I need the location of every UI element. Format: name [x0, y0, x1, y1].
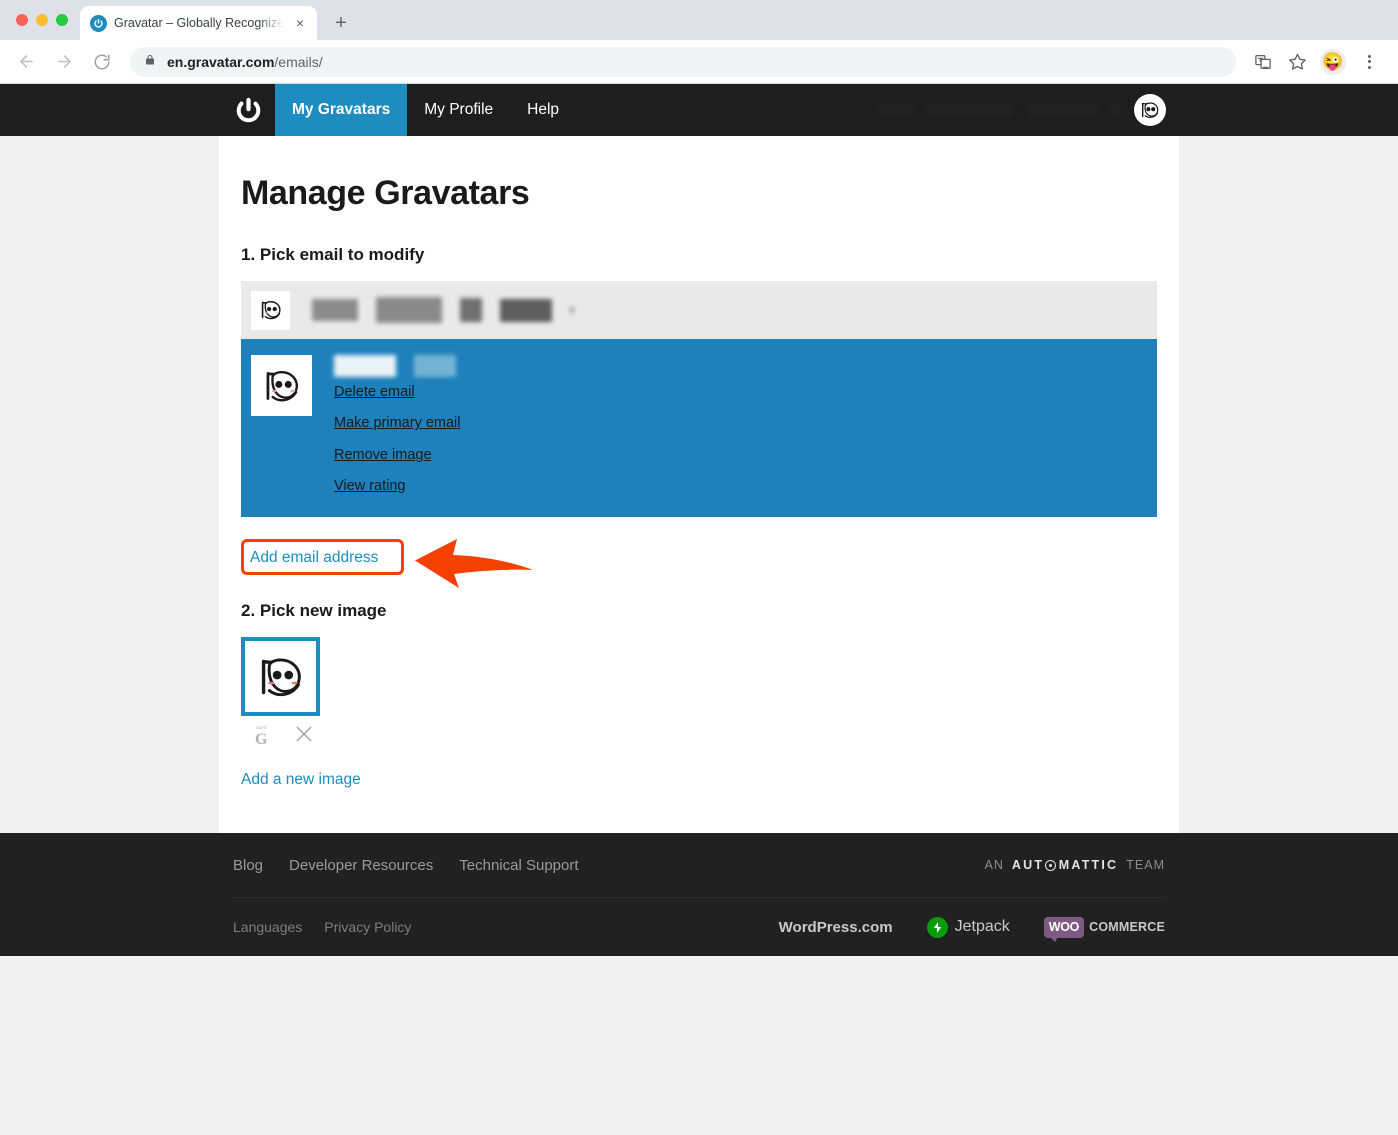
redacted-account-text: [926, 104, 1014, 116]
site-nav: My Gravatars My Profile Help: [275, 84, 576, 136]
bookmark-star-icon[interactable]: [1282, 47, 1312, 77]
page-body: Manage Gravatars 1. Pick email to modify: [0, 136, 1398, 833]
automattic-brand-right: MATTIC: [1058, 858, 1119, 872]
redacted-account-text: [1028, 104, 1096, 116]
nav-item-my-gravatars[interactable]: My Gravatars: [275, 84, 408, 136]
redacted-account-text: [1110, 104, 1120, 116]
reload-button[interactable]: [84, 44, 120, 80]
close-window-button[interactable]: [16, 14, 28, 26]
page-title: Manage Gravatars: [241, 174, 530, 212]
footer-link-developer-resources[interactable]: Developer Resources: [289, 857, 433, 874]
minimize-window-button[interactable]: [36, 14, 48, 26]
step-1-heading: 1. Pick email to modify: [241, 245, 425, 264]
nav-item-help[interactable]: Help: [510, 84, 576, 136]
jetpack-label: Jetpack: [954, 918, 1010, 935]
redaction-block: [312, 299, 358, 321]
make-primary-email-link[interactable]: Make primary email: [334, 415, 461, 432]
footer-link-technical-support[interactable]: Technical Support: [459, 857, 578, 874]
forward-button[interactable]: [46, 44, 82, 80]
redacted-email-address: [290, 297, 574, 323]
window-traffic-lights: [10, 0, 80, 40]
automattic-logo-icon: [1045, 859, 1057, 871]
red-pointer-arrow: [415, 539, 533, 588]
redaction-block: [334, 355, 396, 377]
automattic-brand-left: AUT: [1011, 858, 1045, 872]
redaction-block: [376, 297, 442, 323]
email-avatar-thumbnail: [251, 355, 312, 416]
toolbar-actions: 😜: [1248, 47, 1384, 77]
view-rating-link[interactable]: View rating: [334, 478, 461, 495]
redaction-block: [500, 298, 552, 322]
user-avatar[interactable]: [1134, 94, 1166, 126]
footer-secondary-links: Languages Privacy Policy: [233, 919, 411, 935]
redaction-block: [414, 355, 456, 377]
jetpack-icon: [926, 916, 948, 938]
footer-brand-logos: WordPress.com Jetpack WOO COMMERCE: [779, 916, 1165, 942]
browser-chrome: Gravatar – Globally Recognized Avatars ×…: [0, 0, 1398, 84]
email-row[interactable]: [241, 281, 1157, 339]
selected-gravatar-image[interactable]: [241, 637, 320, 716]
remove-image-link[interactable]: Remove image: [334, 447, 461, 464]
address-bar-url: en.gravatar.com/emails/: [167, 54, 323, 70]
rating-badge-top: rated: [255, 725, 267, 731]
step-2-heading: 2. Pick new image: [241, 601, 387, 620]
tab-strip: Gravatar – Globally Recognized Avatars ×…: [0, 0, 1398, 40]
redacted-account-text: [878, 104, 912, 116]
add-email-area: Add email address: [241, 535, 1157, 595]
address-bar[interactable]: en.gravatar.com/emails/: [130, 46, 1236, 77]
url-host: en.gravatar.com: [167, 53, 275, 70]
nav-item-my-profile[interactable]: My Profile: [407, 84, 510, 136]
automattic-credit: AN AUT MATTIC TEAM: [985, 858, 1165, 872]
gravatar-logo[interactable]: [221, 84, 275, 136]
add-new-image-link[interactable]: Add a new image: [241, 771, 361, 789]
new-tab-button[interactable]: +: [327, 9, 355, 37]
automattic-prefix: AN: [984, 858, 1004, 872]
rating-badge-letter: G: [255, 730, 268, 748]
tab-close-icon[interactable]: ×: [291, 14, 309, 32]
jetpack-logo[interactable]: Jetpack: [926, 916, 1010, 938]
browser-profile-avatar[interactable]: 😜: [1320, 48, 1346, 75]
footer-primary-links: Blog Developer Resources Technical Suppo…: [233, 857, 579, 874]
footer-link-blog[interactable]: Blog: [233, 857, 263, 874]
content-card: Manage Gravatars 1. Pick email to modify: [219, 136, 1179, 833]
footer-top-row: Blog Developer Resources Technical Suppo…: [219, 833, 1179, 897]
woocommerce-logo[interactable]: WOO COMMERCE: [1043, 916, 1165, 942]
maximize-window-button[interactable]: [56, 14, 68, 26]
site-footer: Blog Developer Resources Technical Suppo…: [0, 833, 1398, 956]
woo-mark: WOO: [1043, 916, 1085, 942]
automattic-wordmark: AUT MATTIC: [1012, 858, 1118, 872]
three-dot-menu[interactable]: [1354, 47, 1384, 77]
wordpress-logo[interactable]: WordPress.com: [779, 919, 893, 936]
header-account-area: [878, 84, 1398, 136]
annotation-highlight-box: [241, 539, 404, 575]
site-header: My Gravatars My Profile Help: [0, 84, 1398, 136]
footer-bottom-row: Languages Privacy Policy WordPress.com J…: [219, 898, 1179, 956]
redaction-block: [460, 298, 482, 322]
lock-icon: [144, 53, 156, 71]
image-picker: rated G Add a new image: [241, 637, 1157, 789]
browser-tab[interactable]: Gravatar – Globally Recognized Avatars ×: [80, 6, 317, 40]
redaction-block: [570, 307, 574, 313]
delete-email-link[interactable]: Delete email: [334, 384, 461, 401]
browser-toolbar: en.gravatar.com/emails/ 😜: [0, 40, 1398, 84]
email-avatar-thumbnail: [251, 290, 290, 330]
email-row-actions: Delete email Make primary email Remove i…: [312, 384, 461, 496]
footer-link-languages[interactable]: Languages: [233, 919, 302, 935]
tab-title: Gravatar – Globally Recognized Avatars: [114, 16, 284, 30]
remove-image-icon[interactable]: [294, 724, 314, 749]
gravatar-favicon: [90, 14, 107, 32]
footer-link-privacy-policy[interactable]: Privacy Policy: [324, 919, 411, 935]
rating-g-icon[interactable]: rated G: [255, 726, 267, 748]
woo-commerce-label: COMMERCE: [1089, 920, 1165, 934]
back-button[interactable]: [8, 44, 44, 80]
image-tile-tools: rated G: [241, 716, 1157, 749]
email-row-selected[interactable]: Delete email Make primary email Remove i…: [241, 339, 1157, 517]
translate-icon[interactable]: [1248, 47, 1278, 77]
redacted-email-address: [312, 355, 461, 377]
url-path: /emails/: [274, 53, 323, 70]
automattic-suffix: TEAM: [1126, 858, 1165, 872]
